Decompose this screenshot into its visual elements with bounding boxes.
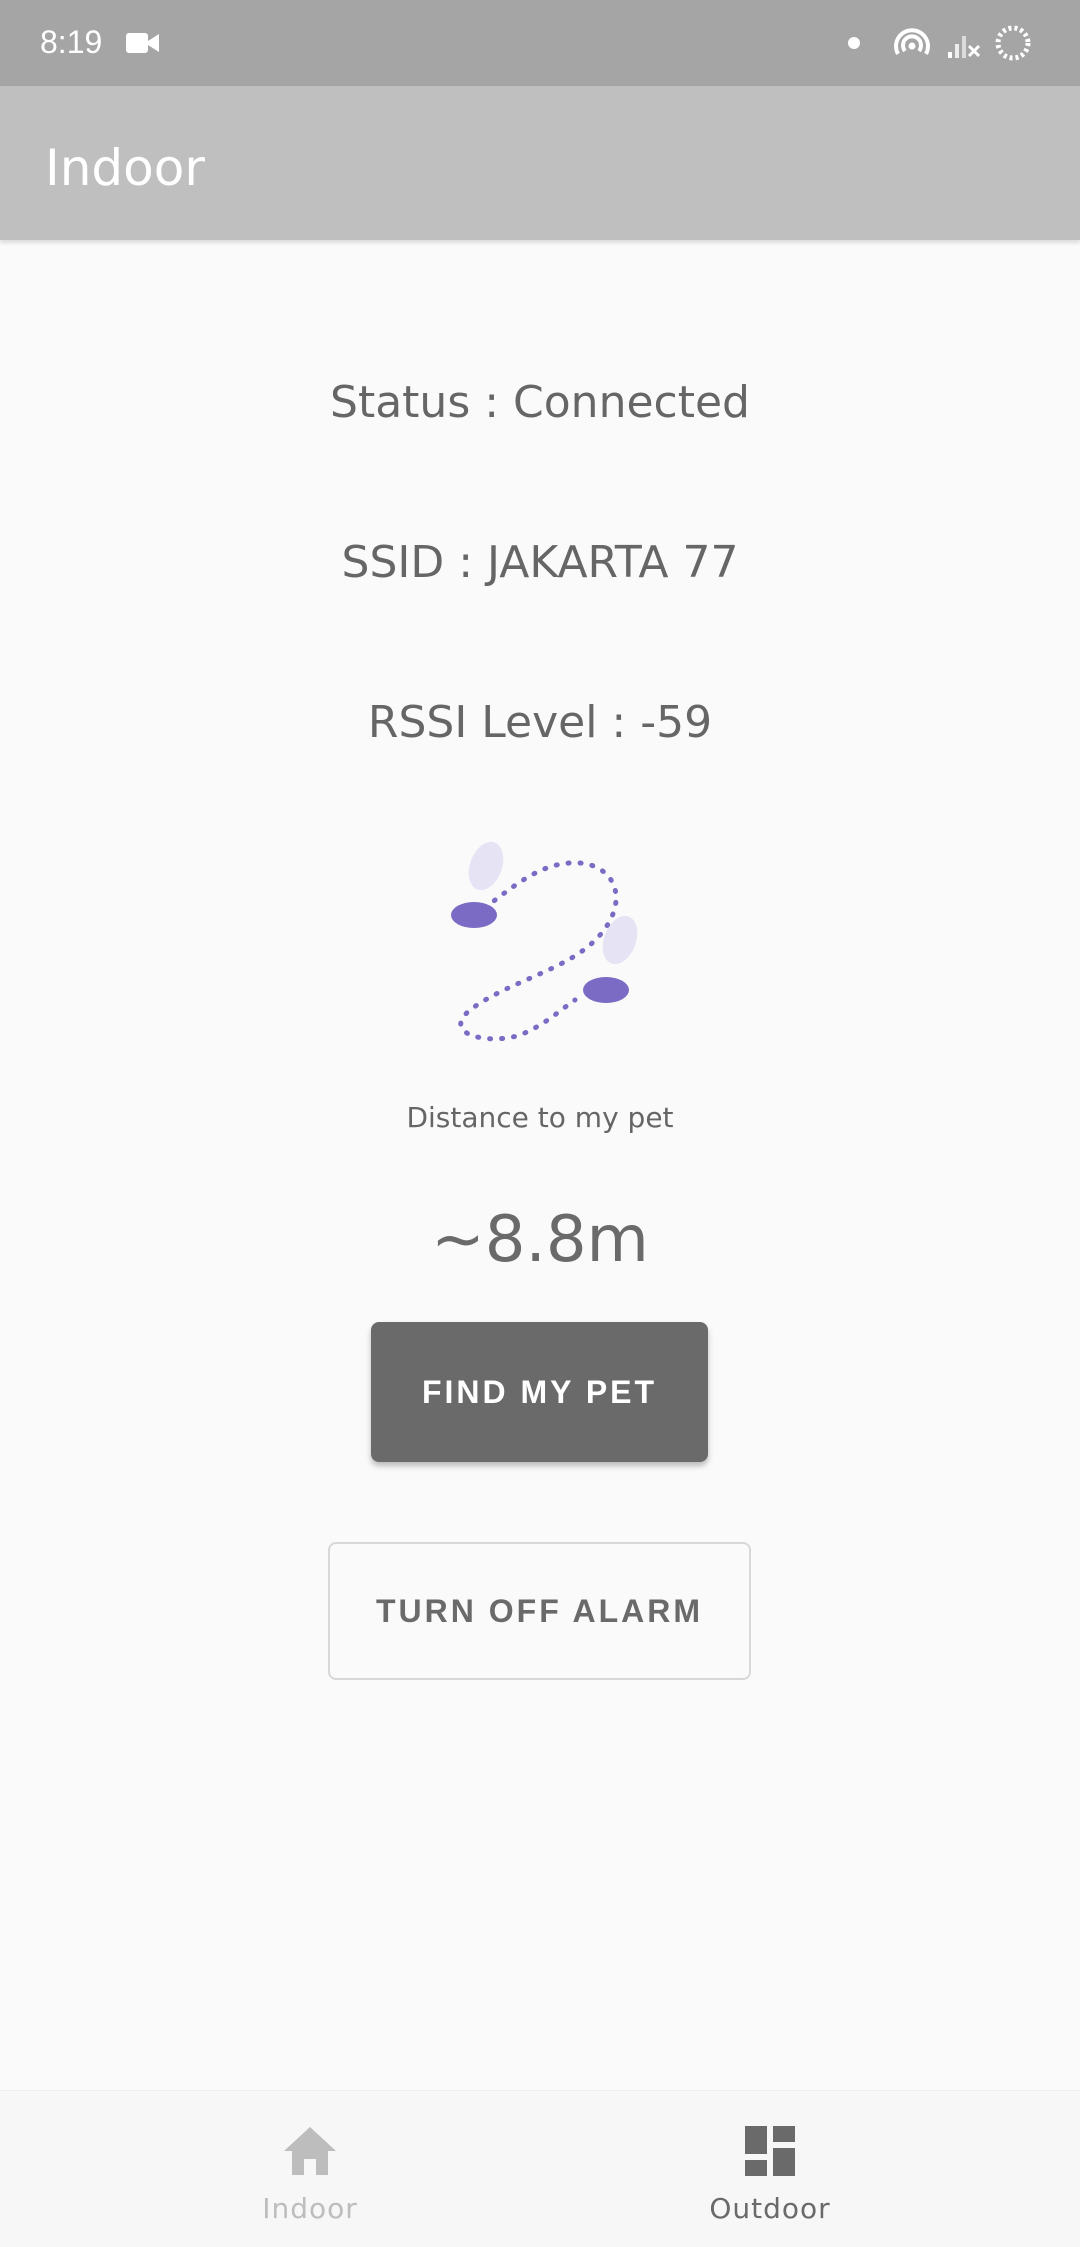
distance-value: ~8.8m [431,1203,649,1277]
pet-footsteps-path-icon [430,830,650,1050]
nav-item-outdoor[interactable]: Outdoor [500,2091,1040,2247]
bottom-navigation: Indoor Outdoor [0,2090,1080,2247]
home-icon [280,2121,340,2181]
page-title: Indoor [45,139,205,197]
nav-label-outdoor: Outdoor [709,2192,831,2225]
video-camera-icon [126,30,160,61]
loading-circle-icon [994,24,1032,67]
ssid-text: SSID : JAKARTA 77 [341,537,739,588]
nav-label-indoor: Indoor [262,2192,358,2225]
dot-icon [847,36,861,55]
status-text: Status : Connected [330,377,750,428]
nav-item-indoor[interactable]: Indoor [40,2091,580,2247]
turn-off-alarm-button[interactable]: TURN OFF ALARM [328,1542,751,1680]
find-my-pet-button[interactable]: FIND MY PET [371,1322,708,1462]
app-bar: Indoor [0,86,1080,240]
distance-label: Distance to my pet [406,1101,674,1134]
status-bar: 8:19 [0,0,1080,86]
dashboard-icon [740,2121,800,2181]
hotspot-icon [892,24,932,65]
rssi-text: RSSI Level : -59 [367,697,713,748]
signal-no-service-icon [948,24,982,65]
status-time: 8:19 [40,24,103,60]
